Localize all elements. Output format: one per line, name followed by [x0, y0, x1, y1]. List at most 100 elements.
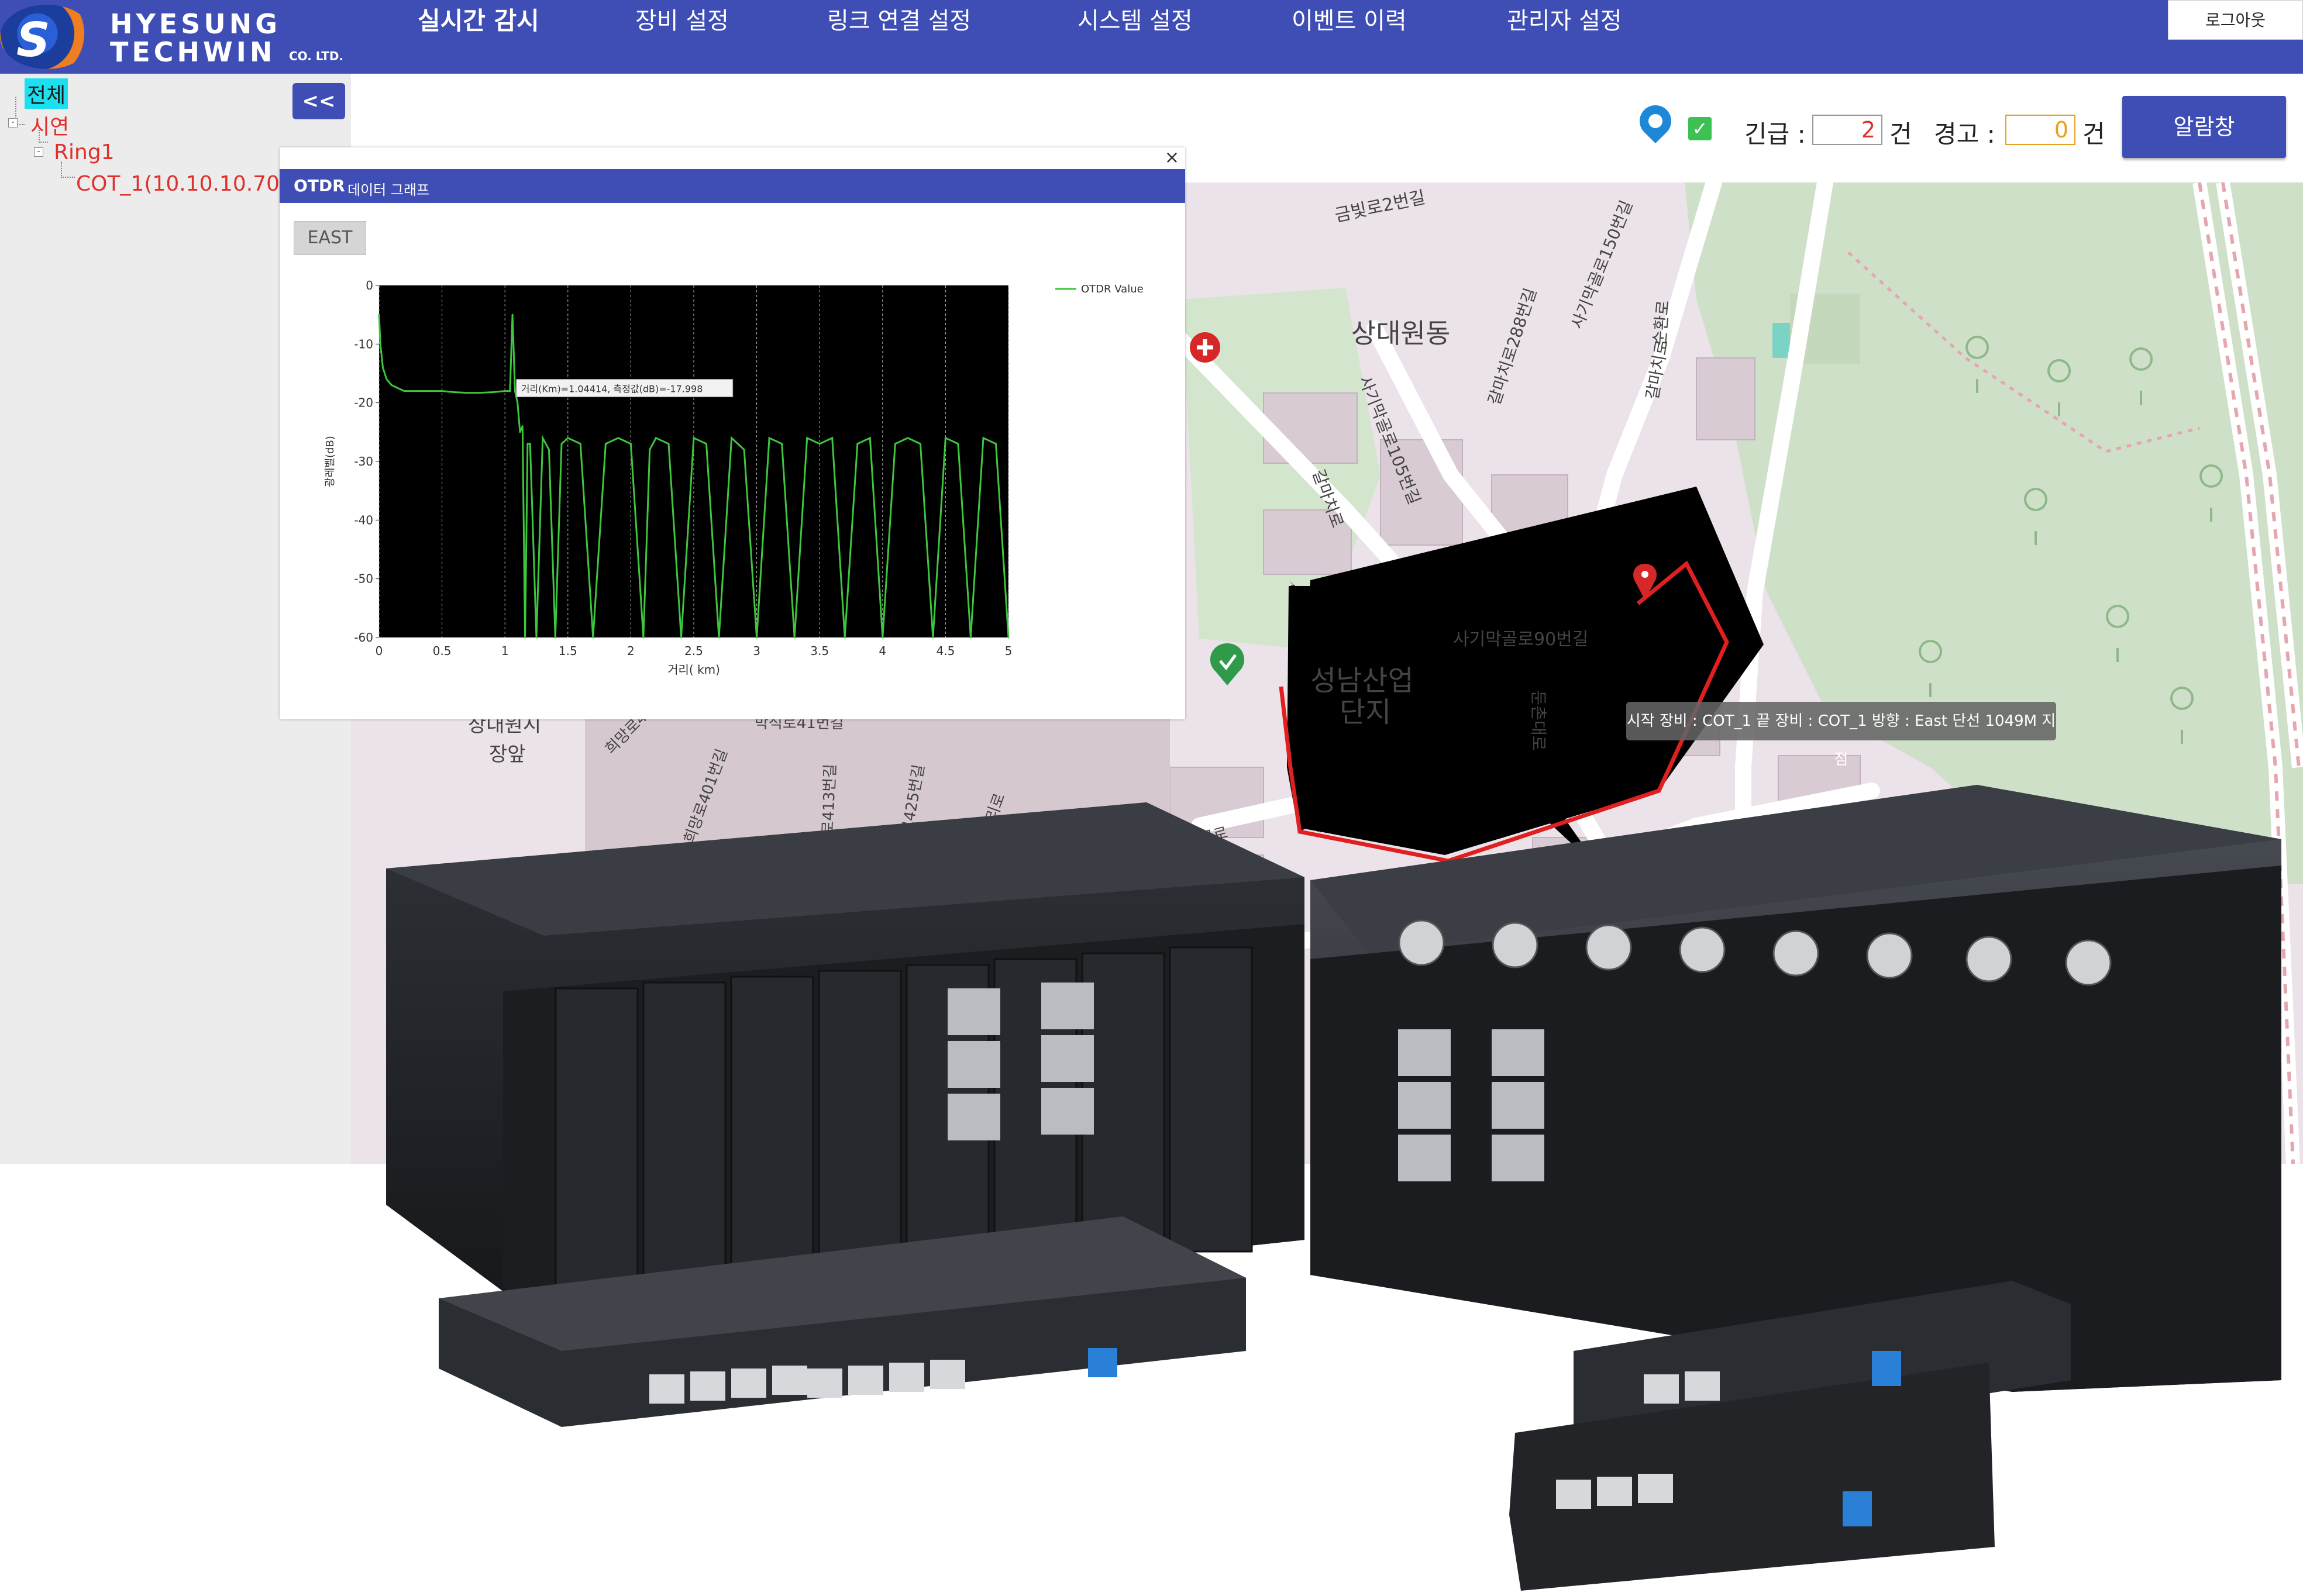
otdr-data-point	[526, 443, 529, 445]
logo-text-suffix: CO. LTD.	[289, 49, 344, 63]
otdr-data-point	[869, 437, 871, 439]
otdr-data-point	[982, 437, 984, 439]
otdr-data-point	[521, 425, 524, 428]
menu-admin-settings[interactable]: 관리자 설정	[1507, 4, 1622, 39]
otdr-data-point	[731, 437, 733, 439]
otdr-popup: × OTDR 데이터 그래프 EAST 0 0.5 1 1.5 2 2.5 3 3.5 4 4.5…	[280, 147, 1185, 719]
tree-expand-icon[interactable]: -	[8, 118, 18, 127]
alarm-window-button[interactable]: 알람창	[2122, 96, 2286, 158]
tree-node-all[interactable]: 전체	[25, 78, 68, 109]
emergency-label: 긴급 :	[1744, 120, 1806, 149]
otdr-data-point	[693, 437, 695, 439]
menu-realtime-monitor[interactable]: 실시간 감시	[418, 4, 539, 39]
tree-node-ring1[interactable]: Ring1	[54, 140, 115, 164]
y-tick-label: -40	[354, 513, 373, 527]
tree-expand-icon[interactable]: -	[34, 147, 43, 157]
otdr-data-point	[579, 443, 581, 445]
top-navigation-bar: S HYESUNG TECHWIN CO. LTD. 실시간 감시 장비 설정 …	[0, 0, 2303, 74]
y-tick-label: -20	[354, 396, 373, 410]
logo-text-line1: HYESUNG	[110, 8, 281, 40]
y-tick-label: -30	[354, 454, 373, 468]
map-label: 단지	[1340, 696, 1392, 729]
otdr-data-point	[806, 437, 808, 439]
otdr-data-point	[957, 443, 959, 445]
otdr-data-point	[768, 437, 770, 439]
collapse-panel-button[interactable]: <<	[292, 83, 345, 119]
otdr-data-point	[542, 437, 544, 439]
map-label: 상대원동	[1351, 318, 1451, 349]
otdr-data-point	[416, 390, 418, 392]
menu-link-settings[interactable]: 링크 연결 설정	[827, 4, 971, 39]
map-label: 둔촌대로	[1529, 690, 1548, 751]
otdr-data-point	[403, 390, 405, 392]
y-axis-label: 광레벨(dB)	[324, 436, 336, 487]
menu-equipment-settings[interactable]: 장비 설정	[635, 4, 729, 39]
menu-system-settings[interactable]: 시스템 설정	[1078, 4, 1193, 39]
marker-label: 거리(Km)=1.04414, 측정값(dB)=-17.998	[521, 384, 703, 395]
emergency-unit: 건	[1889, 120, 1912, 149]
tree-connector	[61, 161, 75, 178]
otdr-data-point	[844, 636, 846, 639]
otdr-data-point	[524, 636, 526, 639]
menu-event-history[interactable]: 이벤트 이력	[1292, 4, 1407, 39]
x-axis-label: 거리( km)	[667, 663, 720, 677]
logo-text-line2: TECHWIN	[110, 36, 276, 68]
otdr-data-point	[511, 313, 514, 316]
otdr-data-point	[381, 366, 384, 368]
otdr-data-point	[428, 390, 431, 392]
warning-unit: 건	[2082, 120, 2105, 149]
close-button[interactable]: ×	[1165, 147, 1179, 168]
emergency-count: 2	[1812, 115, 1882, 145]
otdr-data-point	[391, 384, 393, 387]
y-tick-label: -10	[354, 337, 373, 351]
otdr-data-point	[642, 636, 645, 639]
company-logo: S HYESUNG TECHWIN CO. LTD.	[0, 0, 363, 74]
map-label: 희망로413번길	[818, 763, 840, 863]
otdr-data-point	[944, 437, 946, 439]
tab-east[interactable]: EAST	[294, 221, 366, 255]
otdr-data-point	[504, 390, 506, 392]
otdr-data-point	[517, 402, 519, 404]
tree-connector	[39, 130, 48, 143]
otdr-data-point	[466, 392, 469, 394]
otdr-data-point	[793, 636, 796, 639]
otdr-data-point	[667, 443, 670, 445]
otdr-title-text: 데이터 그래프	[347, 182, 430, 198]
otdr-data-point	[535, 636, 538, 639]
otdr-data-point	[705, 443, 708, 445]
otdr-data-point	[478, 392, 481, 394]
otdr-data-point	[519, 431, 521, 433]
tree-node-cot1[interactable]: COT_1(10.10.10.70)	[76, 172, 288, 196]
otdr-data-point	[560, 443, 563, 445]
otdr-data-point	[529, 443, 531, 445]
otdr-data-point	[655, 437, 657, 439]
otdr-chart: 0 0.5 1 1.5 2 2.5 3 3.5 4 4.5 5 0 -10 -20 -30 -40 -50 -60…	[324, 278, 1144, 677]
x-tick-label: 1.5	[559, 644, 577, 658]
x-tick-label: 2	[627, 644, 635, 658]
otdr-data-point	[592, 636, 594, 639]
otdr-data-point	[781, 443, 783, 445]
x-tick-label: 1	[501, 644, 509, 658]
logout-button[interactable]: 로그아웃	[2168, 0, 2303, 40]
x-tick-label: 4.5	[936, 644, 955, 658]
otdr-data-point	[514, 390, 516, 392]
map-label: 장앞	[489, 743, 526, 766]
otdr-data-point	[882, 636, 884, 639]
otdr-data-point	[453, 391, 456, 394]
otdr-data-point	[894, 443, 896, 445]
otdr-data-point	[567, 437, 569, 439]
otdr-data-point	[932, 636, 934, 639]
otdr-data-point	[554, 636, 556, 639]
otdr-data-point	[397, 387, 399, 389]
otdr-data-point	[491, 391, 494, 394]
otdr-data-point	[385, 378, 388, 381]
x-tick-label: 5	[1005, 644, 1013, 658]
check-icon[interactable]: ✓	[1688, 117, 1712, 140]
otdr-data-point	[831, 437, 834, 439]
x-tick-label: 2.5	[684, 644, 703, 658]
otdr-data-point	[969, 636, 972, 639]
tree-node-demo[interactable]: 시연	[30, 110, 69, 140]
otdr-data-point	[1007, 636, 1010, 639]
x-tick-label: 4	[879, 644, 886, 658]
otdr-data-point	[680, 636, 682, 639]
